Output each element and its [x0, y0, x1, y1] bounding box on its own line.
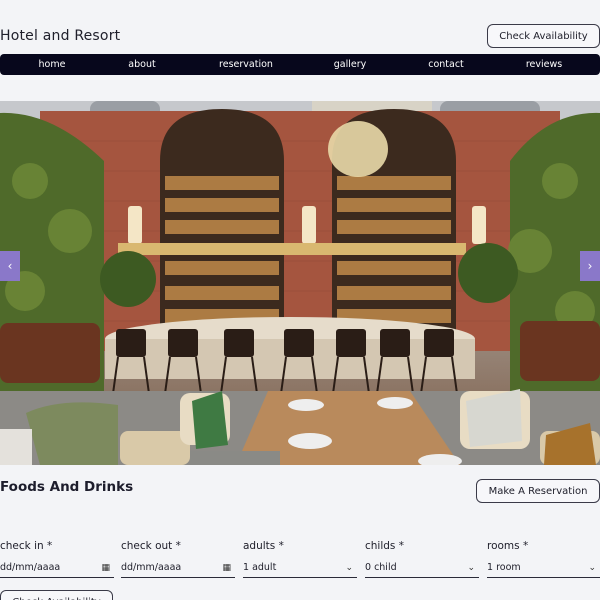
slider-prev-button[interactable]: ‹ — [0, 251, 20, 281]
nav-item-about[interactable]: about — [112, 54, 172, 75]
chevron-down-icon: ⌄ — [467, 562, 475, 573]
chevron-down-icon: ⌄ — [345, 562, 353, 573]
calendar-icon: ▦ — [101, 562, 110, 573]
chevron-down-icon: ⌄ — [588, 562, 596, 573]
adults-select[interactable]: 1 adult ⌄ — [243, 558, 357, 578]
nav-item-gallery[interactable]: gallery — [320, 54, 380, 75]
check-in-label: check in * — [0, 540, 53, 552]
chevron-right-icon: › — [587, 259, 593, 273]
check-in-value: dd/mm/aaaa — [0, 562, 61, 573]
rooms-label: rooms * — [487, 540, 529, 552]
hero-slider: ‹ › — [0, 101, 600, 465]
nav-item-reservation[interactable]: reservation — [210, 54, 282, 75]
adults-label: adults * — [243, 540, 284, 552]
check-availability-button[interactable]: Check Availability — [487, 24, 600, 48]
chevron-left-icon: ‹ — [7, 259, 13, 273]
make-reservation-button[interactable]: Make A Reservation — [476, 479, 600, 503]
childs-value: 0 child — [365, 562, 397, 573]
check-out-value: dd/mm/aaaa — [121, 562, 182, 573]
childs-label: childs * — [365, 540, 404, 552]
brand-title: Hotel and Resort — [0, 28, 121, 44]
check-out-label: check out * — [121, 540, 181, 552]
site-header: Hotel and Resort Check Availability — [0, 24, 600, 50]
childs-select[interactable]: 0 child ⌄ — [365, 558, 479, 578]
check-in-input[interactable]: dd/mm/aaaa ▦ — [0, 558, 114, 578]
main-nav: home about reservation gallery contact r… — [0, 54, 600, 75]
check-out-input[interactable]: dd/mm/aaaa ▦ — [121, 558, 235, 578]
nav-item-home[interactable]: home — [22, 54, 82, 75]
calendar-icon: ▦ — [222, 562, 231, 573]
section-title: Foods And Drinks — [0, 479, 134, 495]
slider-next-button[interactable]: › — [580, 251, 600, 281]
nav-item-reviews[interactable]: reviews — [514, 54, 574, 75]
adults-value: 1 adult — [243, 562, 277, 573]
rooms-select[interactable]: 1 room ⌄ — [487, 558, 600, 578]
nav-item-contact[interactable]: contact — [416, 54, 476, 75]
check-availability-submit-button[interactable]: Check Availability — [0, 590, 113, 600]
hero-image — [0, 101, 600, 465]
rooms-value: 1 room — [487, 562, 521, 573]
